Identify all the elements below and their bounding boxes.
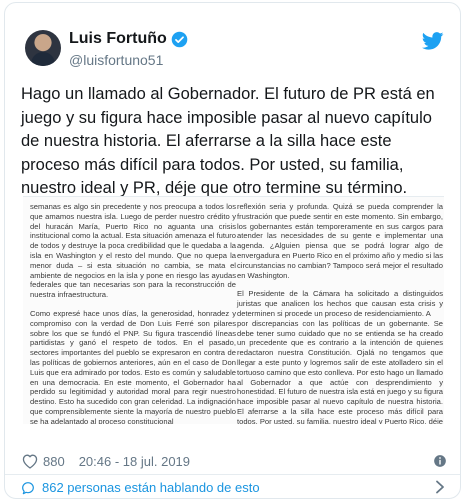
avatar[interactable] <box>25 30 61 66</box>
tweet-meta-row: 880 20:46 - 18 jul. 2019 <box>21 451 451 471</box>
chevron-right-icon[interactable] <box>434 480 446 494</box>
author-handle[interactable]: @luisfortuno51 <box>69 52 163 68</box>
conversation-link[interactable]: 862 personas están hablando de esto <box>5 475 460 498</box>
tweet-card: Luis Fortuño @luisfortuno51 Hago un llam… <box>4 2 461 499</box>
info-icon[interactable] <box>433 454 447 468</box>
document-right-column: reflexión seria y profunda. Quizá se pue… <box>237 202 443 424</box>
document-paragraph: Como expresé hace unos días, la generosi… <box>30 308 236 424</box>
twitter-bird-icon[interactable] <box>422 32 444 50</box>
reply-icon <box>22 481 34 494</box>
tweet-text: Hago un llamado al Gobernador. El futuro… <box>21 85 435 197</box>
attached-document-image[interactable]: semanas es algo sin precedente y nos pre… <box>23 196 444 424</box>
document-paragraph: semanas es algo sin precedente y nos pre… <box>30 202 236 300</box>
document-paragraph: El Presidente de la Cámara ha solicitado… <box>237 289 443 318</box>
document-paragraph: reflexión seria y profunda. Quizá se pue… <box>237 202 443 280</box>
timestamp[interactable]: 20:46 - 18 jul. 2019 <box>79 454 190 469</box>
like-count[interactable]: 880 <box>43 454 65 469</box>
verified-badge-icon <box>171 31 188 47</box>
author-name[interactable]: Luis Fortuño <box>69 30 167 48</box>
author-name-row[interactable]: Luis Fortuño <box>69 30 188 48</box>
heart-icon[interactable] <box>21 453 39 469</box>
document-left-column: semanas es algo sin precedente y nos pre… <box>30 202 236 424</box>
conversation-label[interactable]: 862 personas están hablando de esto <box>42 480 260 495</box>
document-paragraph: por discrepancias con las políticas de u… <box>237 318 444 424</box>
tweet-header: Luis Fortuño @luisfortuno51 <box>5 3 460 71</box>
